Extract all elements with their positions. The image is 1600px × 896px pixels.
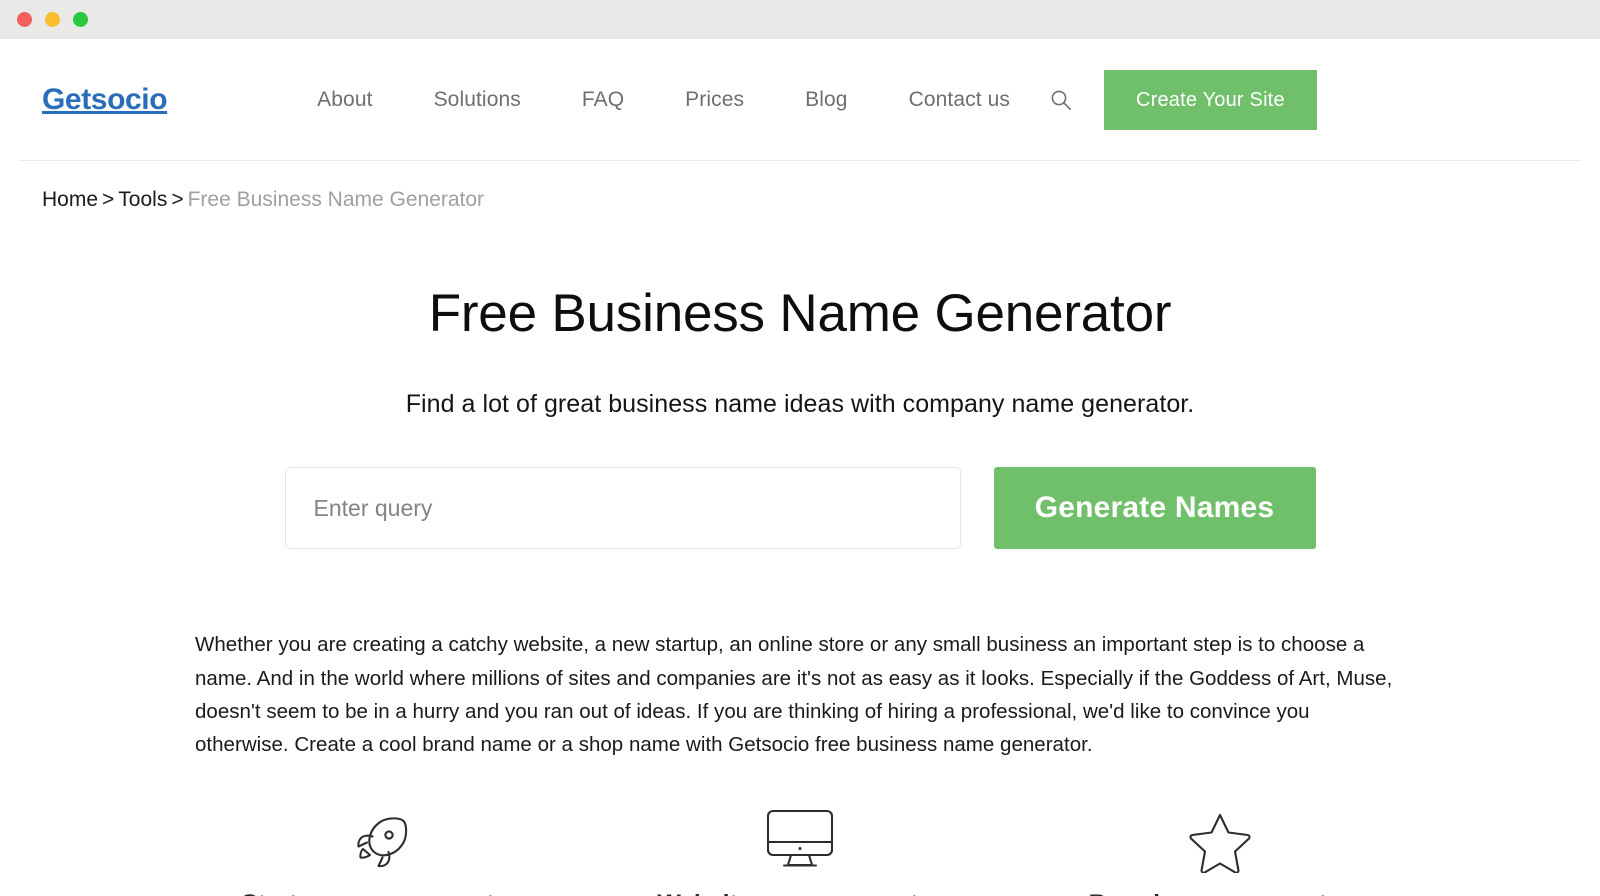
page-subtitle: Find a lot of great business name ideas … xyxy=(405,390,1195,419)
nav-item-contact-us[interactable]: Contact us xyxy=(909,82,1010,118)
monitor-icon-glyph xyxy=(766,810,834,867)
breadcrumb: Home > Tools > Free Business Name Generator xyxy=(0,161,1600,210)
site-logo[interactable]: Getsocio xyxy=(42,85,168,115)
page-content: Getsocio About Solutions FAQ Prices Blog… xyxy=(0,39,1600,896)
search-icon-glyph xyxy=(1051,90,1071,111)
traffic-lights xyxy=(17,12,88,27)
nav-item-about[interactable]: About xyxy=(317,82,372,118)
monitor-icon xyxy=(764,808,836,870)
nav-item-blog[interactable]: Blog xyxy=(805,82,847,118)
window-titlebar xyxy=(0,0,1600,39)
breadcrumb-item-current: Free Business Name Generator xyxy=(187,188,485,211)
hero-section: Free Business Name Generator Find a lot … xyxy=(0,210,1600,550)
search-icon[interactable] xyxy=(1044,83,1078,117)
star-icon xyxy=(1187,811,1253,874)
close-window-button[interactable] xyxy=(17,12,32,27)
main-navigation: About Solutions FAQ Prices Blog Contact … xyxy=(317,70,1558,130)
feature-brand-name-generator[interactable]: Brand name generator xyxy=(1010,811,1430,896)
generator-links: Startup name generator Website name xyxy=(0,808,1600,896)
maximize-window-button[interactable] xyxy=(73,12,88,27)
name-generator-form: Generate Names xyxy=(0,467,1600,550)
nav-item-prices[interactable]: Prices xyxy=(685,82,744,118)
site-header: Getsocio About Solutions FAQ Prices Blog… xyxy=(0,39,1600,161)
query-input[interactable] xyxy=(284,467,961,550)
breadcrumb-separator: > xyxy=(102,188,115,211)
nav-item-faq[interactable]: FAQ xyxy=(582,82,624,118)
page-title: Free Business Name Generator xyxy=(428,284,1172,343)
breadcrumb-item-home[interactable]: Home xyxy=(42,188,98,211)
minimize-window-button[interactable] xyxy=(45,12,60,27)
breadcrumb-separator: > xyxy=(171,188,184,211)
breadcrumb-item-tools[interactable]: Tools xyxy=(118,188,167,211)
rocket-icon xyxy=(350,811,410,873)
feature-label: Startup name generator xyxy=(241,890,519,896)
star-icon-glyph xyxy=(1189,814,1251,874)
intro-paragraph: Whether you are creating a catchy websit… xyxy=(195,633,1393,756)
nav-item-solutions[interactable]: Solutions xyxy=(434,82,521,118)
header-divider xyxy=(19,160,1581,161)
browser-window: Getsocio About Solutions FAQ Prices Blog… xyxy=(0,0,1600,896)
feature-website-name-generator[interactable]: Website name generator xyxy=(590,808,1010,896)
feature-label: Website name generator xyxy=(657,890,943,896)
feature-startup-name-generator[interactable]: Startup name generator xyxy=(170,811,590,896)
generate-names-button[interactable]: Generate Names xyxy=(993,467,1316,550)
create-your-site-button[interactable]: Create Your Site xyxy=(1103,70,1317,130)
rocket-icon-glyph xyxy=(357,817,408,868)
feature-label: Brand name generator xyxy=(1089,890,1352,896)
